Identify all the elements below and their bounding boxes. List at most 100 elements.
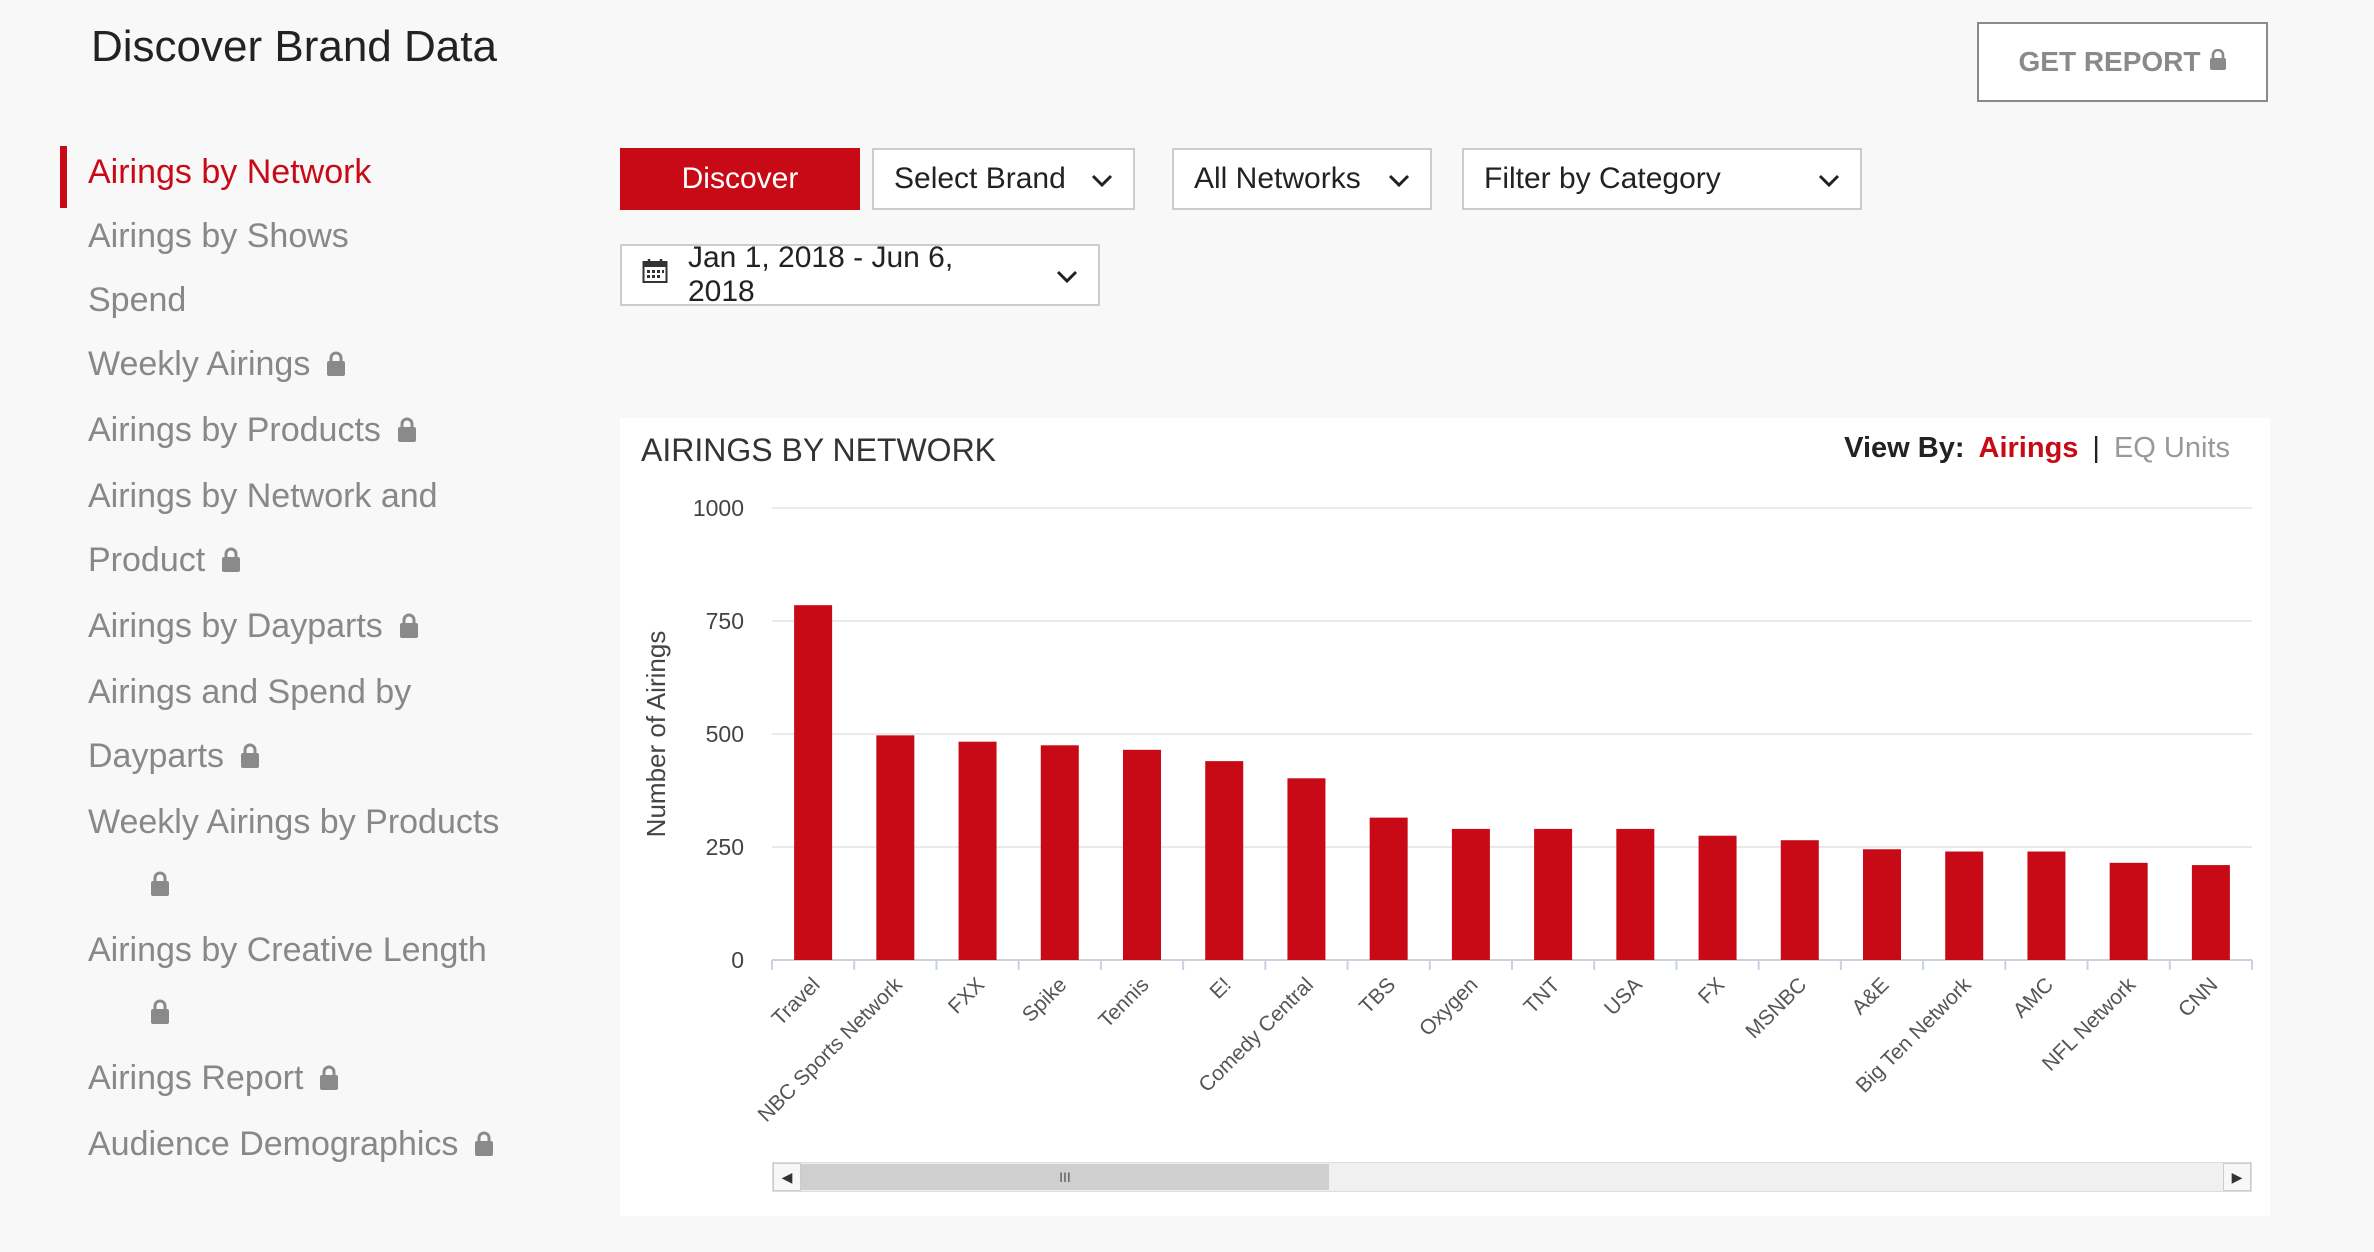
x-tick-label: NBC Sports Network [754, 973, 908, 1127]
sidebar: Airings by Network Airings by Shows Spend W… [60, 140, 580, 1178]
x-tick-label: TNT [1520, 973, 1565, 1018]
date-range-picker[interactable]: Jan 1, 2018 - Jun 6, 2018 [620, 241, 1100, 308]
page-title: Discover Brand Data [91, 22, 497, 71]
filter-category-dropdown[interactable]: Filter by Category [1462, 148, 1862, 210]
sidebar-item[interactable]: Airings by Shows [60, 204, 580, 268]
view-by-airings[interactable]: Airings [1979, 432, 2079, 465]
x-tick-label: AMC [2009, 973, 2058, 1022]
scrollbar-grip: III [1059, 1169, 1071, 1185]
bar [1945, 851, 1984, 960]
x-tick-label: E! [1205, 973, 1235, 1003]
lock-icon [221, 530, 241, 594]
view-by-label: View By: [1844, 432, 1965, 464]
sidebar-item[interactable]: Airings Report [60, 1046, 580, 1112]
sidebar-item[interactable]: Audience Demographics [60, 1112, 580, 1178]
bar [876, 735, 915, 960]
y-tick-label: 0 [731, 947, 744, 973]
sidebar-item-label: Airings by Shows [88, 217, 349, 255]
bar [1369, 817, 1408, 960]
x-tick-label: CNN [2174, 973, 2222, 1021]
bar [2027, 851, 2066, 960]
bar [1287, 778, 1326, 960]
sidebar-item-label: Airings and Spend by [88, 673, 412, 712]
y-tick-label: 1000 [693, 495, 744, 521]
sidebar-item-label: Airings by Creative Length [88, 931, 487, 970]
sidebar-item-label: Airings by Products [88, 411, 381, 450]
lock-icon [474, 1114, 494, 1178]
scroll-left-icon[interactable]: ◀ [773, 1163, 801, 1191]
lock-icon [240, 726, 260, 790]
lock-icon [104, 982, 580, 1046]
all-networks-label: All Networks [1194, 162, 1361, 195]
x-tick-label: Travel [768, 973, 825, 1030]
sidebar-item-label: Airings Report [88, 1059, 304, 1098]
sidebar-item-label-line2: Product [88, 541, 206, 580]
view-by-separator: | [2092, 432, 2100, 464]
chevron-down-icon [1818, 162, 1840, 196]
bar [1863, 849, 1901, 960]
x-tick-label: FX [1694, 973, 1729, 1008]
filter-category-label: Filter by Category [1484, 162, 1721, 195]
y-tick-label: 750 [706, 608, 744, 634]
sidebar-item[interactable]: Airings by Network and Product [60, 464, 580, 594]
sidebar-item[interactable]: Airings by Products [60, 398, 580, 464]
scrollbar-thumb[interactable]: III [801, 1164, 1329, 1190]
lock-icon [104, 854, 580, 918]
bar-chart: 0 250 500 750 1000 Number of Airings TravelNBC… [641, 495, 2253, 1127]
get-report-label: GET REPORT [2018, 46, 2201, 77]
bar [1698, 835, 1737, 960]
all-networks-dropdown[interactable]: All Networks [1172, 148, 1432, 210]
y-tick-label: 500 [706, 721, 744, 747]
calendar-icon [642, 258, 668, 292]
sidebar-item-label: Airings by Dayparts [88, 607, 383, 646]
sidebar-item[interactable]: Airings by Network [60, 140, 580, 208]
sidebar-item[interactable]: Weekly Airings by Products [60, 790, 580, 918]
x-tick-label: Oxygen [1415, 973, 1482, 1040]
chart-panel: 0 250 500 750 1000 Number of Airings Travel NBC… [620, 418, 2270, 1216]
bar [2191, 865, 2230, 960]
bar [1205, 761, 1244, 960]
x-tick-label: Tennis [1094, 973, 1153, 1032]
bar [958, 741, 997, 960]
bar [1451, 828, 1490, 960]
sidebar-item[interactable]: Airings by Creative Length [60, 918, 580, 1046]
scroll-right-icon[interactable]: ▶ [2223, 1163, 2251, 1191]
lock-icon [399, 596, 419, 660]
sidebar-item[interactable]: Spend [60, 268, 580, 332]
bar [1123, 749, 1161, 960]
x-tick-label: FXX [944, 973, 989, 1018]
select-brand-dropdown[interactable]: Select Brand [872, 148, 1135, 210]
sidebar-item-label: Audience Demographics [88, 1125, 459, 1164]
chevron-down-icon [1388, 162, 1410, 196]
x-tick-label: USA [1600, 973, 1647, 1020]
sidebar-item-label: Weekly Airings [88, 345, 311, 383]
get-report-button[interactable]: GET REPORT [1977, 22, 2268, 102]
y-axis-label: Number of Airings [641, 631, 671, 838]
sidebar-item-label: Spend [88, 281, 187, 319]
x-tick-label: Spike [1018, 973, 1071, 1026]
view-by-eq-units[interactable]: EQ Units [2114, 432, 2230, 465]
bar [1040, 745, 1079, 960]
lock-icon [326, 334, 346, 398]
chevron-down-icon [1056, 258, 1078, 292]
bar [1616, 828, 1655, 960]
select-brand-label: Select Brand [894, 162, 1066, 195]
sidebar-item-label-line2: Dayparts [88, 737, 225, 776]
bar [1780, 840, 1819, 960]
discover-button[interactable]: Discover [620, 148, 860, 210]
chevron-down-icon [1091, 162, 1113, 196]
x-tick-label: TBS [1355, 973, 1400, 1018]
y-tick-label: 250 [706, 834, 744, 860]
lock-icon [319, 1048, 339, 1112]
sidebar-item[interactable]: Weekly Airings [60, 332, 580, 398]
chart-scrollbar[interactable]: ◀ III ▶ [772, 1162, 2252, 1192]
sidebar-item[interactable]: Airings by Dayparts [60, 594, 580, 660]
chart-title: AIRINGS BY NETWORK [641, 432, 997, 468]
lock-icon [2209, 46, 2227, 78]
x-tick-label: A&E [1848, 973, 1894, 1019]
bar [2109, 862, 2148, 960]
sidebar-item-label: Airings by Network and [88, 477, 438, 516]
lock-icon [397, 400, 417, 464]
sidebar-item[interactable]: Airings and Spend by Dayparts [60, 660, 580, 790]
sidebar-item-label: Airings by Network [88, 153, 372, 191]
